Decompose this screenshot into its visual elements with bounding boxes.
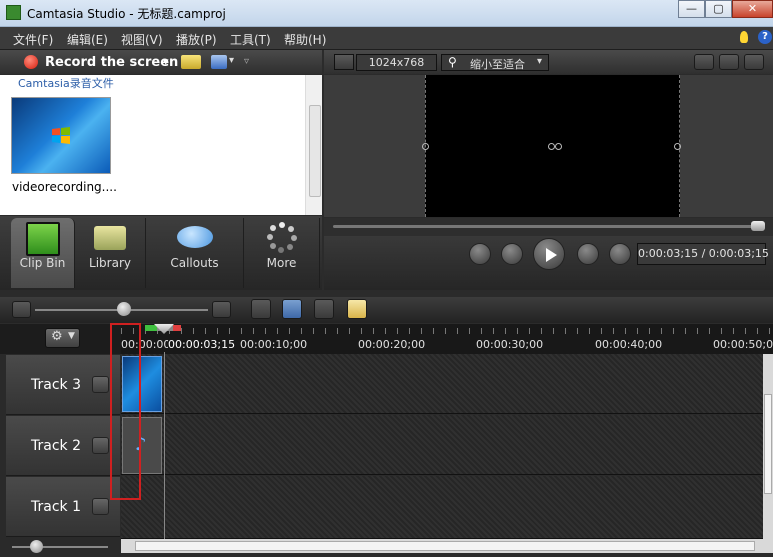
lock-icon[interactable] [92, 376, 109, 393]
tab-label: Clip Bin [19, 256, 66, 270]
record-icon[interactable] [24, 55, 38, 69]
next-clip-button[interactable] [609, 243, 631, 265]
tab-clip-bin[interactable]: Clip Bin [11, 218, 75, 288]
clip-bin-folder-header: Camtasia录音文件 [18, 77, 114, 90]
tab-more[interactable]: More [244, 218, 320, 288]
playhead-line [164, 352, 165, 540]
copy-icon[interactable] [314, 299, 334, 319]
cut-scissors-icon[interactable] [251, 299, 271, 319]
produce-dropdown-arrow[interactable]: ▾ [229, 55, 234, 66]
track-header-3[interactable]: Track 3 [6, 355, 120, 415]
resize-handle-right[interactable] [674, 143, 681, 150]
track-lane-3[interactable] [121, 354, 773, 414]
gear-icon: ⚙ [51, 329, 63, 344]
speech-bubble-icon [176, 226, 213, 248]
previous-clip-button[interactable] [469, 243, 491, 265]
play-button[interactable] [533, 238, 565, 270]
lock-icon[interactable] [92, 437, 109, 454]
pan-hand-icon[interactable] [694, 54, 714, 70]
search-icon: ⚲ [448, 55, 457, 69]
playhead-time-label: 00:00:03;15 [168, 338, 236, 351]
editing-dimensions-icon[interactable] [334, 54, 354, 70]
produce-share-icon[interactable] [211, 55, 227, 69]
paste-icon[interactable] [347, 299, 367, 319]
crop-icon[interactable] [719, 54, 739, 70]
ruler-tick-label: 00:00:50;00 [713, 338, 773, 351]
timeline-zoom-knob[interactable] [117, 302, 131, 316]
help-icon[interactable]: ? [758, 30, 772, 44]
clip-bin-scrollbar[interactable] [305, 75, 322, 215]
preview-scrubber-knob[interactable] [751, 221, 765, 231]
fast-forward-button[interactable] [577, 243, 599, 265]
preview-scrubber-track[interactable] [333, 225, 763, 228]
windows-logo-icon [52, 127, 70, 144]
highlight-box [110, 323, 141, 500]
zoom-label: 缩小至适合 [470, 58, 525, 71]
zoom-out-icon[interactable] [12, 301, 31, 318]
tab-label: More [266, 256, 297, 270]
tip-lightbulb-icon[interactable] [740, 31, 748, 43]
center-handle-left[interactable] [548, 143, 555, 150]
zoom-in-icon[interactable] [212, 301, 231, 318]
track-height-slider-panel [0, 539, 121, 557]
track-height-slider[interactable] [12, 546, 108, 548]
menu-help[interactable]: 帮助(H) [284, 31, 326, 48]
detach-preview-icon[interactable] [744, 54, 764, 70]
record-screen-button[interactable]: Record the screen [45, 55, 178, 70]
track-height-knob[interactable] [30, 540, 43, 553]
toolbar-overflow-icon[interactable]: ▿ [244, 56, 249, 67]
track-label: Track 3 [31, 377, 81, 393]
import-folder-icon[interactable] [181, 55, 201, 69]
time-display: 0:00:03;15 / 0:00:03;15 [637, 243, 769, 265]
track-label: Track 1 [31, 499, 81, 515]
menu-edit[interactable]: 编辑(E) [67, 31, 108, 48]
window-title: Camtasia Studio - 无标题.camproj [27, 7, 226, 21]
play-icon [546, 248, 557, 262]
rewind-button[interactable] [501, 243, 523, 265]
menu-play[interactable]: 播放(P) [176, 31, 217, 48]
chevron-down-icon: ▾ [537, 56, 543, 67]
track-header-2[interactable]: Track 2 [6, 416, 120, 476]
tab-callouts[interactable]: Callouts [146, 218, 244, 288]
library-folder-icon [94, 226, 126, 250]
menu-file[interactable]: 文件(F) [13, 31, 53, 48]
timeline-horizontal-scrollbar[interactable] [121, 539, 773, 553]
clip-caption: videorecording.... [12, 180, 117, 194]
track-lane-2[interactable] [121, 415, 773, 475]
camtasia-app-icon [6, 5, 21, 20]
menu-tools[interactable]: 工具(T) [230, 31, 271, 48]
tab-label: Callouts [170, 256, 219, 270]
resize-handle-left[interactable] [422, 143, 429, 150]
menu-view[interactable]: 视图(V) [121, 31, 163, 48]
close-button[interactable]: ✕ [732, 0, 773, 18]
film-strip-icon [25, 222, 60, 256]
ruler-tick-label: 00:00:30;00 [476, 338, 544, 351]
ruler-tick-label: 00:00:10;00 [240, 338, 308, 351]
center-handle-right[interactable] [555, 143, 562, 150]
tab-library[interactable]: Library [75, 218, 146, 288]
resolution-selector[interactable]: 1024x768 [356, 54, 437, 71]
split-icon[interactable] [282, 299, 302, 319]
timeline-vertical-scrollbar[interactable] [763, 354, 773, 539]
chevron-down-icon: ▼ [68, 331, 75, 341]
more-dots-icon [266, 222, 297, 253]
track-lane-1[interactable] [121, 476, 773, 539]
lock-icon[interactable] [92, 498, 109, 515]
tab-label: Library [89, 256, 131, 270]
minimize-button[interactable]: — [678, 0, 705, 18]
ruler-tick-label: 00:00:20;00 [358, 338, 426, 351]
timeline-settings-button[interactable]: ⚙ ▼ [45, 328, 80, 348]
ruler-tick-label: 00:00:40;00 [595, 338, 663, 351]
track-header-1[interactable]: Track 1 [6, 477, 120, 537]
menu-bar [0, 27, 773, 50]
track-label: Track 2 [31, 438, 81, 454]
maximize-button[interactable]: ▢ [705, 0, 732, 18]
record-dropdown-arrow[interactable]: ▾ [163, 55, 169, 68]
